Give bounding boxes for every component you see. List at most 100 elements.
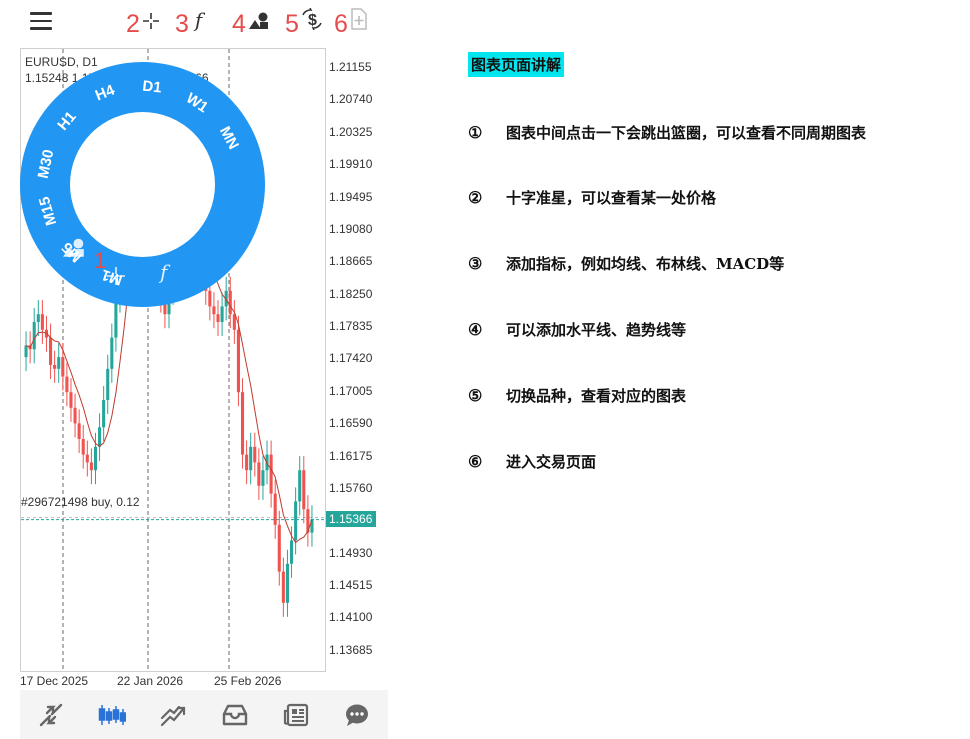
symbol-switch-button[interactable]: 5 $: [285, 6, 323, 38]
price-tick: 1.16175: [329, 448, 373, 463]
panel-title: 图表页面讲解: [468, 52, 565, 77]
period-ring-center[interactable]: [70, 112, 215, 257]
candle-body: [236, 329, 240, 393]
candle-body: [269, 454, 273, 494]
candle-body: [249, 446, 253, 471]
candle-body: [208, 290, 212, 307]
crosshair-icon: [142, 13, 159, 29]
objects-button[interactable]: 4: [232, 6, 270, 38]
period-m30[interactable]: M30: [35, 148, 58, 180]
panel-item: ⑤ 切换品种，查看对应的图表: [468, 385, 686, 406]
candle-body: [298, 470, 302, 502]
chart-toolbar: 2 3 f 4 5 $ 6: [0, 0, 390, 44]
toolbar-number: 4: [232, 10, 246, 38]
candle-body: [65, 376, 69, 393]
candle-body: [294, 501, 298, 541]
candle-body: [69, 392, 73, 408]
candle-body: [102, 400, 106, 428]
objects-icon[interactable]: [62, 238, 86, 258]
period-h1[interactable]: H1: [54, 108, 79, 134]
candle-body: [77, 423, 81, 439]
panel-item-number: ⑥: [468, 452, 483, 471]
panel-item-text: 添加指标，例如均线、布林线、MACD等: [506, 255, 785, 273]
function-icon: f: [194, 8, 203, 32]
candle-body: [302, 470, 306, 510]
time-tick: 22 Jan 2026: [117, 674, 184, 688]
panel-item-text: 切换品种，查看对应的图表: [506, 387, 687, 405]
period-d1[interactable]: D1: [142, 77, 163, 96]
period-w1[interactable]: W1: [183, 89, 211, 116]
time-axis: 17 Dec 2025 22 Jan 2026 25 Feb 2026: [20, 672, 326, 690]
time-tick: 17 Dec 2025: [20, 674, 89, 688]
candle-body: [106, 368, 110, 400]
nav-history[interactable]: [215, 695, 255, 735]
candle-body: [253, 446, 257, 463]
candle-body: [81, 439, 85, 455]
price-tick: 1.17005: [329, 383, 373, 398]
candle-body: [220, 306, 224, 322]
bottom-navigation: [20, 690, 388, 739]
menu-icon[interactable]: [30, 12, 52, 30]
candle-body: [61, 357, 65, 377]
chart-icon: [98, 704, 126, 725]
explanation-panel: 图表页面讲解 ① 图表中间点击一下会跳出篮圈，可以查看不同周期图表 ② 十字准星…: [468, 52, 963, 471]
period-m15[interactable]: M15: [36, 195, 60, 228]
nav-news[interactable]: [276, 695, 316, 735]
symbol-switch-icon: $: [302, 8, 322, 30]
toolbar-number: 2: [126, 10, 140, 38]
price-tick: 1.14930: [329, 545, 373, 560]
panel-item: ② 十字准星，可以查看某一处价格: [468, 187, 716, 208]
candle-body: [110, 337, 114, 369]
price-tick: 1.14515: [329, 578, 373, 593]
panel-item-text: 图表中间点击一下会跳出篮圈，可以查看不同周期图表: [506, 124, 867, 142]
price-tick: 1.19495: [329, 189, 373, 204]
price-tick: 1.20740: [329, 92, 373, 107]
period-ring[interactable]: M1M5M15M30H1H4D1W1MN 1 f: [20, 62, 265, 307]
quotes-icon: [39, 703, 62, 726]
candle-body: [32, 322, 36, 350]
price-tick: 1.17420: [329, 351, 373, 366]
panel-item-text: 可以添加水平线、趋势线等: [506, 321, 687, 339]
new-order-button[interactable]: 6: [334, 6, 368, 38]
panel-item-number: ②: [468, 188, 483, 207]
candle-body: [228, 290, 232, 315]
candle-body: [245, 454, 249, 471]
crosshair-button[interactable]: 2: [126, 6, 160, 38]
new-order-icon: [351, 8, 367, 30]
news-icon: [283, 703, 309, 726]
crosshair-icon[interactable]: [106, 266, 126, 286]
candle-body: [281, 571, 285, 603]
panel-item-text: 进入交易页面: [506, 453, 597, 471]
candle-body: [40, 314, 44, 330]
objects-icon: [248, 12, 268, 29]
price-tick: 1.18250: [329, 286, 373, 301]
panel-item: ④ 可以添加水平线、趋势线等: [468, 319, 686, 340]
price-tick: 1.21155: [329, 60, 372, 75]
chart-symbol: EURUSD, D1: [25, 55, 98, 69]
panel-item: ③ 添加指标，例如均线、布林线、MACD等: [468, 253, 784, 274]
candle-body: [289, 540, 294, 564]
candle-body: [73, 407, 77, 424]
function-icon[interactable]: f: [160, 260, 167, 284]
candle-body: [85, 454, 89, 463]
nav-quotes[interactable]: [31, 695, 71, 735]
panel-item-number: ⑤: [468, 386, 483, 405]
price-tick: 1.14100: [329, 610, 373, 625]
period-h4[interactable]: H4: [93, 82, 117, 105]
candle-body: [93, 446, 98, 471]
history-icon: [222, 704, 247, 725]
candle-body: [240, 392, 245, 455]
candle-body: [49, 337, 53, 365]
panel-item-number: ④: [468, 320, 483, 339]
candle-body: [36, 314, 40, 322]
period-mn[interactable]: MN: [216, 124, 242, 153]
messages-icon: [346, 704, 369, 726]
nav-chart[interactable]: [92, 695, 132, 735]
candle-body: [257, 462, 261, 486]
panel-item-number: ①: [468, 123, 483, 142]
nav-trade[interactable]: [153, 695, 193, 735]
price-tick: 1.20325: [329, 124, 373, 139]
nav-messages[interactable]: [337, 695, 377, 735]
indicators-button[interactable]: 3 f: [175, 6, 202, 38]
trade-icon: [161, 705, 186, 726]
